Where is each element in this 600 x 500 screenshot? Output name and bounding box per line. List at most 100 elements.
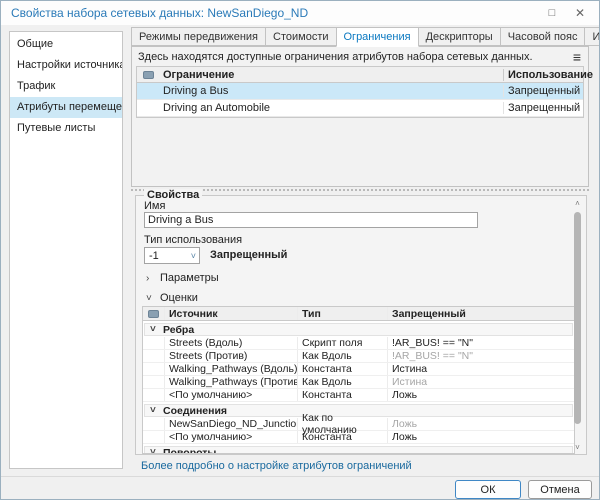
usage-type-text: Запрещенный xyxy=(210,249,287,261)
evaluator-group-label: Соединения xyxy=(163,405,227,417)
table-row[interactable]: <По умолчанию>КонстантаЛожь xyxy=(143,431,574,444)
table-row[interactable]: Streets (Против)Как Вдоль!AR_BUS! == "N" xyxy=(143,350,574,363)
evaluators-section-label: Оценки xyxy=(160,292,198,304)
ok-button[interactable]: ОК xyxy=(455,480,521,499)
properties-group: Свойства Имя Тип использования -1 ˅ Запр… xyxy=(135,195,587,455)
tab[interactable]: Режимы передвижения xyxy=(131,27,266,46)
tab[interactable]: Стоимости xyxy=(265,27,336,46)
tab[interactable]: Часовой пояс xyxy=(500,27,586,46)
row-indicator-cell xyxy=(143,337,165,349)
table-row[interactable]: Streets (Вдоль)Скрипт поля!AR_BUS! == "N… xyxy=(143,337,574,350)
chevron-down-icon: ˅ xyxy=(191,251,196,261)
value-cell: Ложь xyxy=(388,418,574,430)
row-indicator-icon xyxy=(148,310,159,318)
titlebar: Свойства набора сетевых данных: NewSanDi… xyxy=(1,1,599,25)
column-header[interactable]: Тип xyxy=(298,307,388,320)
table-row[interactable]: Walking_Pathways (Против)Как ВдольИстина xyxy=(143,376,574,389)
type-cell: Как по умолчанию xyxy=(298,418,388,430)
sidebar-item[interactable]: Путевые листы xyxy=(10,118,122,139)
source-cell: Walking_Pathways (Вдоль) xyxy=(165,363,298,375)
value-cell: Ложь xyxy=(388,431,574,443)
scrollbar-thumb[interactable] xyxy=(574,212,581,424)
restrictions-header-row: ОграничениеИспользование xyxy=(137,67,583,83)
value-cell: Истина xyxy=(388,363,574,375)
chevron-down-icon: ˅ xyxy=(150,447,157,454)
usage-cell: Запрещенный xyxy=(503,102,583,114)
evaluators-section-header[interactable]: ˅ Оценки xyxy=(146,292,198,304)
restrictions-panel: Здесь находятся доступные ограничения ат… xyxy=(131,46,589,187)
source-cell: NewSanDiego_ND_Junctions xyxy=(165,418,298,430)
tab[interactable]: Иерархия xyxy=(584,27,600,46)
row-indicator-header-cell xyxy=(137,71,159,79)
evaluators-header-row: ИсточникТипЗапрещенный xyxy=(143,307,574,321)
sidebar-item[interactable]: Общие xyxy=(10,34,122,55)
source-cell: Walking_Pathways (Против) xyxy=(165,376,298,388)
type-cell: Как Вдоль xyxy=(298,350,388,362)
column-header[interactable]: Запрещенный xyxy=(388,307,574,320)
sidebar-item[interactable]: Трафик xyxy=(10,76,122,97)
table-row[interactable]: Driving an AutomobileЗапрещенный xyxy=(137,100,583,117)
tab-strip: Режимы передвиженияСтоимостиОграниченияД… xyxy=(131,27,600,47)
usage-cell: Запрещенный xyxy=(503,85,583,97)
row-indicator-cell xyxy=(143,431,165,443)
value-cell: Истина xyxy=(388,376,574,388)
tab[interactable]: Ограничения xyxy=(336,27,419,47)
network-dataset-properties-dialog: Свойства набора сетевых данных: NewSanDi… xyxy=(0,0,600,500)
cancel-button[interactable]: Отмена xyxy=(528,480,592,499)
footer-separator xyxy=(1,476,599,477)
source-cell: Streets (Вдоль) xyxy=(165,337,298,349)
type-cell: Константа xyxy=(298,363,388,375)
evaluator-group-row[interactable]: ˅Ребра xyxy=(144,323,573,336)
vertical-scrollbar: ˄ ˅ xyxy=(572,199,583,453)
value-cell: Ложь xyxy=(388,389,574,401)
evaluators-table: ИсточникТипЗапрещенный ˅РебраStreets (Вдо… xyxy=(142,306,575,454)
maximize-icon[interactable]: □ xyxy=(539,4,565,22)
row-indicator-cell xyxy=(143,350,165,362)
row-indicator-cell xyxy=(143,376,165,388)
name-label: Имя xyxy=(144,200,165,212)
chevron-down-icon: ˅ xyxy=(150,405,157,416)
type-cell: Константа xyxy=(298,389,388,401)
column-header[interactable]: Источник xyxy=(165,307,298,320)
sidebar-item[interactable]: Атрибуты перемещения xyxy=(10,97,122,118)
column-header[interactable]: Ограничение xyxy=(159,69,503,81)
usage-type-dropdown[interactable]: -1 ˅ xyxy=(144,247,200,264)
table-row[interactable]: Driving a BusЗапрещенный xyxy=(137,83,583,100)
restriction-name-cell: Driving an Automobile xyxy=(159,102,503,114)
chevron-right-icon: › xyxy=(146,273,153,284)
usage-type-value: -1 xyxy=(149,250,159,262)
menu-icon[interactable]: ≡ xyxy=(571,51,583,63)
source-cell: Streets (Против) xyxy=(165,350,298,362)
chevron-down-icon: ˅ xyxy=(150,324,157,335)
sidebar-item[interactable]: Настройки источника xyxy=(10,55,122,76)
table-row[interactable]: <По умолчанию>КонстантаЛожь xyxy=(143,389,574,402)
evaluator-group-label: Повороты xyxy=(163,447,216,455)
sidebar: ОбщиеНастройки источникаТрафикАтрибуты п… xyxy=(9,31,123,469)
close-icon[interactable]: ✕ xyxy=(567,4,593,22)
source-cell: <По умолчанию> xyxy=(165,431,298,443)
parameters-section-label: Параметры xyxy=(160,272,219,284)
type-cell: Скрипт поля xyxy=(298,337,388,349)
help-link[interactable]: Более подробно о настройке атрибутов огр… xyxy=(141,460,412,472)
row-indicator-icon xyxy=(143,71,154,79)
scroll-down-icon[interactable]: ˅ xyxy=(572,443,583,453)
row-indicator-cell xyxy=(143,363,165,375)
value-cell: !AR_BUS! == "N" xyxy=(388,337,574,349)
usage-type-label: Тип использования xyxy=(144,234,242,246)
column-header[interactable]: Использование xyxy=(503,69,583,81)
row-indicator-header-cell xyxy=(143,307,165,320)
window-title: Свойства набора сетевых данных: NewSanDi… xyxy=(11,6,308,20)
scroll-up-icon[interactable]: ˄ xyxy=(572,199,583,209)
parameters-section-header[interactable]: › Параметры xyxy=(146,272,219,284)
row-indicator-cell xyxy=(143,418,165,430)
name-input[interactable] xyxy=(144,212,478,228)
type-cell: Как Вдоль xyxy=(298,376,388,388)
tab[interactable]: Дескрипторы xyxy=(418,27,501,46)
type-cell: Константа xyxy=(298,431,388,443)
restriction-name-cell: Driving a Bus xyxy=(159,85,503,97)
evaluator-group-row[interactable]: ˅ Повороты xyxy=(144,446,573,454)
table-row[interactable]: NewSanDiego_ND_JunctionsКак по умолчанию… xyxy=(143,418,574,431)
value-cell: !AR_BUS! == "N" xyxy=(388,350,574,362)
table-row[interactable]: Walking_Pathways (Вдоль)КонстантаИстина xyxy=(143,363,574,376)
chevron-down-icon: ˅ xyxy=(146,293,153,304)
